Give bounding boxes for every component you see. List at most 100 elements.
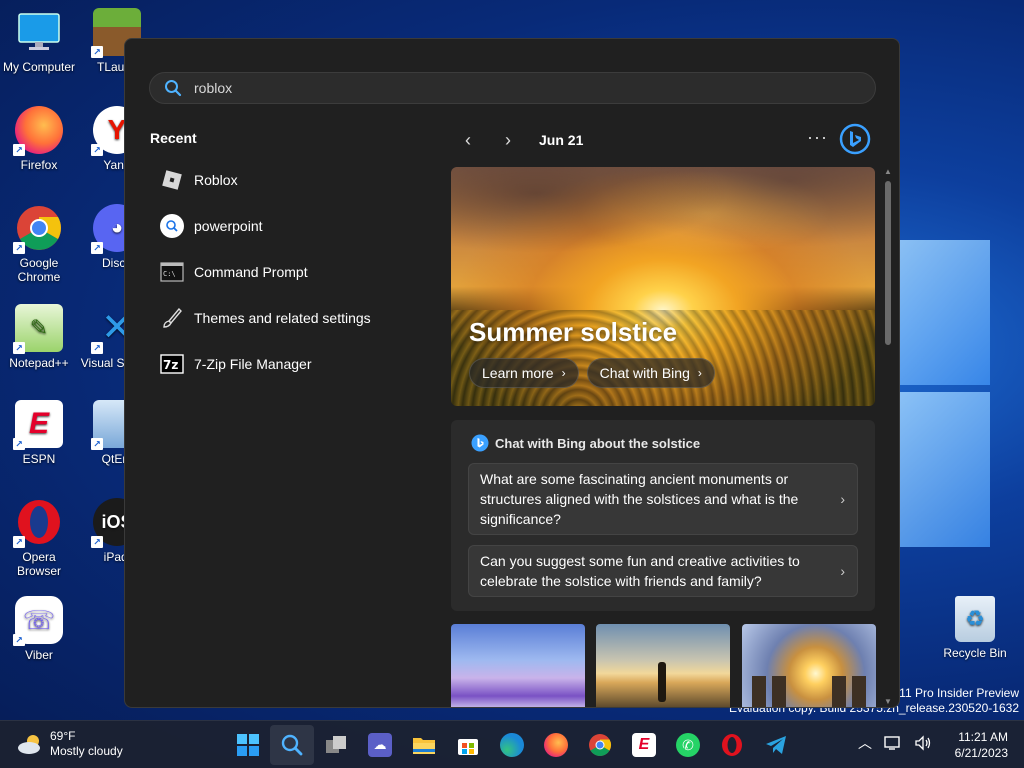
recent-item-label: 7-Zip File Manager xyxy=(194,356,312,372)
desktop-icon-label: Viber xyxy=(25,648,53,662)
firefox-taskbar-button[interactable] xyxy=(534,725,578,765)
chat-with-bing-card: Chat with Bing about the solstice What a… xyxy=(451,420,875,611)
bing-icon xyxy=(471,434,489,452)
chat-with-bing-button[interactable]: Chat with Bing › xyxy=(586,358,715,388)
recent-item-roblox[interactable]: Roblox xyxy=(150,157,420,203)
more-options-icon[interactable]: ··· xyxy=(807,127,828,148)
opera-icon: ↗ xyxy=(13,498,63,548)
telegram-icon xyxy=(766,736,786,754)
learn-more-label: Learn more xyxy=(482,365,554,381)
recent-heading: Recent xyxy=(150,130,197,146)
search-icon xyxy=(160,214,184,238)
hero-title: Summer solstice xyxy=(469,317,678,347)
suggested-question-2[interactable]: Can you suggest some fun and creative ac… xyxy=(468,545,858,597)
recent-item-label: Roblox xyxy=(194,172,238,188)
search-input[interactable] xyxy=(194,80,794,96)
thumbnail-sunset-person-image[interactable] xyxy=(596,624,730,707)
thumbnail-crocus-image[interactable] xyxy=(451,624,585,707)
chevron-right-icon: › xyxy=(840,563,845,579)
hero-card[interactable]: Summer solstice Learn more › Chat with Bi… xyxy=(451,167,875,406)
desktop-icon-espn[interactable]: E ↗ ESPN xyxy=(0,400,78,466)
taskbar-apps: ☁ E ✆ xyxy=(226,725,798,765)
start-button[interactable] xyxy=(226,725,270,765)
chevron-left-icon[interactable]: ‹ xyxy=(455,127,481,153)
espn-icon: E xyxy=(632,733,656,757)
desktop-icon-viber[interactable]: ☏ ↗ Viber xyxy=(0,596,78,662)
task-view-button[interactable] xyxy=(314,725,358,765)
question-text: Can you suggest some fun and creative ac… xyxy=(480,553,800,589)
start-icon xyxy=(237,734,259,756)
desktop-icon-notepadpp[interactable]: ✎ ↗ Notepad++ xyxy=(0,304,78,370)
clock-time: 11:21 AM xyxy=(958,730,1008,744)
store-icon xyxy=(458,739,478,755)
edge-button[interactable] xyxy=(490,725,534,765)
desktop-icon-label: Recycle Bin xyxy=(943,646,1007,660)
file-explorer-icon xyxy=(413,738,435,754)
chevron-up-icon[interactable]: ︿ xyxy=(858,733,872,753)
clock[interactable]: 11:21 AM 6/21/2023 xyxy=(944,729,1008,761)
espn-taskbar-button[interactable]: E xyxy=(622,725,666,765)
panel-scrollbar[interactable]: ▲ ▼ xyxy=(882,167,894,707)
hero-image xyxy=(451,167,875,299)
task-view-icon xyxy=(326,736,346,753)
search-panel: Recent Roblox powerpoint C:\ Command Pro… xyxy=(124,38,900,708)
scrollbar-thumb[interactable] xyxy=(885,181,891,345)
bing-icon[interactable] xyxy=(839,123,871,155)
monitor-icon xyxy=(15,8,63,56)
desktop-icon-firefox[interactable]: ↗ Firefox xyxy=(0,106,78,172)
learn-more-button[interactable]: Learn more › xyxy=(469,358,579,388)
chevron-right-icon: › xyxy=(561,366,566,380)
recent-item-7zip[interactable]: 7z 7-Zip File Manager xyxy=(150,341,420,387)
brush-icon xyxy=(160,306,184,330)
scroll-up-icon[interactable]: ▲ xyxy=(882,167,894,177)
weather-widget[interactable]: 69°F Mostly cloudy xyxy=(16,729,123,759)
image-thumbnails xyxy=(451,624,876,707)
thumbnail-stonehenge-image[interactable] xyxy=(742,624,876,707)
whatsapp-button[interactable]: ✆ xyxy=(666,725,710,765)
question-text: What are some fascinating ancient monume… xyxy=(480,471,799,527)
suggested-question-1[interactable]: What are some fascinating ancient monume… xyxy=(468,463,858,535)
opera-taskbar-button[interactable] xyxy=(710,725,754,765)
teams-chat-icon: ☁ xyxy=(368,733,392,757)
telegram-button[interactable] xyxy=(754,725,798,765)
taskbar: 69°F Mostly cloudy ☁ E ✆ ︿ 11:21 AM 6/21… xyxy=(0,720,1024,768)
chrome-icon xyxy=(589,734,611,756)
edge-icon xyxy=(500,733,524,757)
chrome-taskbar-button[interactable] xyxy=(578,725,622,765)
desktop-icon-label: My Computer xyxy=(2,60,76,74)
chevron-right-icon: › xyxy=(840,491,845,507)
network-icon[interactable] xyxy=(884,735,902,751)
desktop-icon-label: Notepad++ xyxy=(9,356,69,370)
desktop-icon-recycle-bin[interactable]: ♻ Recycle Bin xyxy=(942,596,1008,660)
weather-temperature: 69°F xyxy=(50,729,76,743)
desktop-icon-label: Google Chrome xyxy=(17,256,61,284)
search-box[interactable] xyxy=(149,72,876,104)
chat-button[interactable]: ☁ xyxy=(358,725,402,765)
file-explorer-button[interactable] xyxy=(402,725,446,765)
chevron-right-icon[interactable]: › xyxy=(495,127,521,153)
system-tray: ︿ xyxy=(858,733,932,753)
scroll-down-icon[interactable]: ▼ xyxy=(882,697,894,707)
chevron-right-icon: › xyxy=(697,366,702,380)
hero-buttons: Learn more › Chat with Bing › xyxy=(469,358,715,388)
volume-icon[interactable] xyxy=(914,735,932,751)
desktop-icon-opera[interactable]: ↗ Opera Browser xyxy=(0,498,78,578)
recent-item-themes[interactable]: Themes and related settings xyxy=(150,295,420,341)
desktop-icon-google-chrome[interactable]: ↗ Google Chrome xyxy=(0,204,78,284)
desktop-icon-label: Opera Browser xyxy=(16,550,61,578)
svg-text:C:\: C:\ xyxy=(163,270,176,278)
whatsapp-icon: ✆ xyxy=(676,733,700,757)
desktop-icon-my-computer[interactable]: My Computer xyxy=(0,8,78,74)
cloudy-weather-icon xyxy=(18,735,40,754)
recent-list: Roblox powerpoint C:\ Command Prompt The… xyxy=(150,157,420,387)
roblox-icon xyxy=(160,168,184,192)
firefox-icon xyxy=(544,733,568,757)
store-button[interactable] xyxy=(446,725,490,765)
espn-icon: E ↗ xyxy=(13,400,63,450)
svg-text:7z: 7z xyxy=(163,358,178,372)
recent-item-powerpoint[interactable]: powerpoint xyxy=(150,203,420,249)
taskbar-search-button[interactable] xyxy=(270,725,314,765)
chat-card-title: Chat with Bing about the solstice xyxy=(495,435,701,451)
recent-item-command-prompt[interactable]: C:\ Command Prompt xyxy=(150,249,420,295)
firefox-icon: ↗ xyxy=(13,106,63,156)
